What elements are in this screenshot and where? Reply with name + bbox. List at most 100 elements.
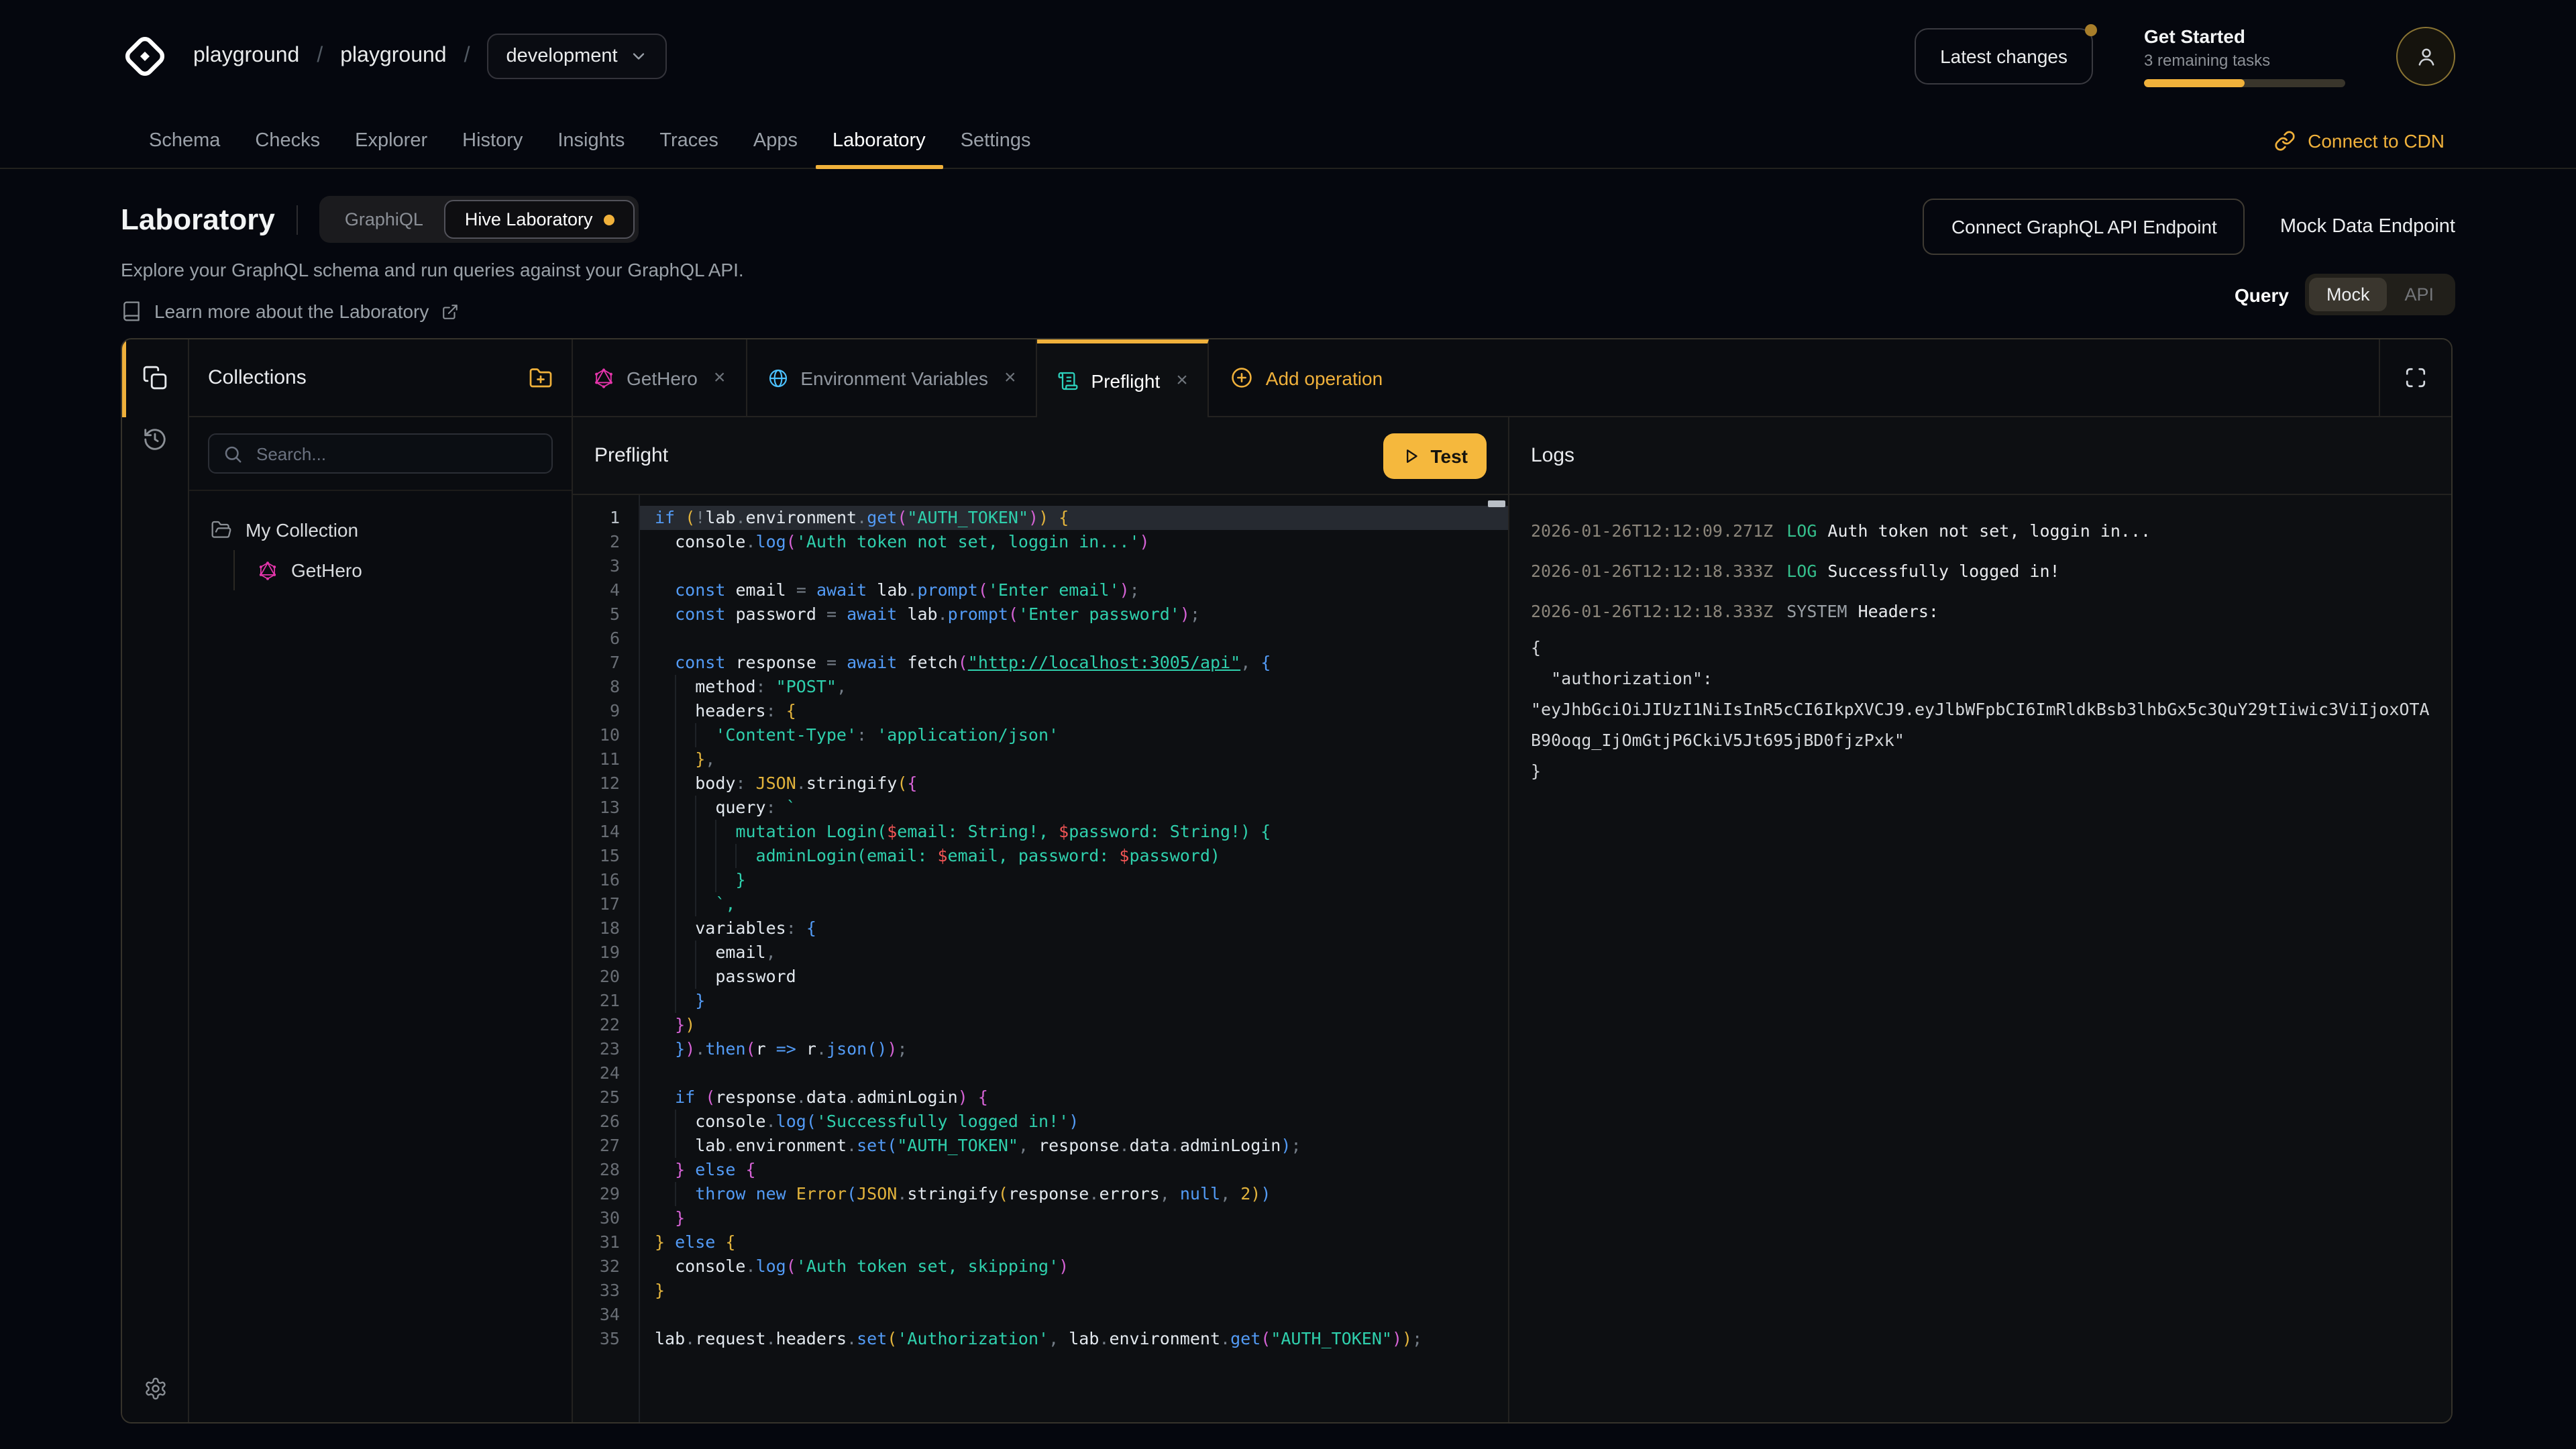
collection-operation-gethero[interactable]: GetHero bbox=[235, 550, 572, 590]
line-number: 25 bbox=[573, 1085, 639, 1110]
breadcrumb-separator: / bbox=[317, 44, 323, 68]
line-number: 33 bbox=[573, 1279, 639, 1303]
code-line[interactable]: 34 bbox=[573, 1303, 1508, 1327]
line-number: 28 bbox=[573, 1158, 639, 1182]
logs-output: 2026-01-26T12:12:09.271ZLOGAuth token no… bbox=[1509, 495, 2451, 1422]
close-icon[interactable]: × bbox=[1176, 369, 1188, 392]
get-started-widget[interactable]: Get Started 3 remaining tasks bbox=[2144, 25, 2345, 87]
test-button[interactable]: Test bbox=[1384, 433, 1487, 478]
code-line[interactable]: 26 console.log('Successfully logged in!'… bbox=[573, 1110, 1508, 1134]
toggle-graphiql[interactable]: GraphiQL bbox=[323, 201, 445, 237]
close-icon[interactable]: × bbox=[714, 366, 726, 389]
code-line[interactable]: 7 const response = await fetch("http://l… bbox=[573, 651, 1508, 675]
folder-open-icon bbox=[211, 519, 232, 541]
code-line[interactable]: 12 body: JSON.stringify({ bbox=[573, 771, 1508, 796]
laboratory-panel: Collections bbox=[121, 338, 2453, 1424]
add-collection-icon[interactable] bbox=[529, 366, 553, 390]
line-number: 11 bbox=[573, 747, 639, 771]
code-line[interactable]: 28 } else { bbox=[573, 1158, 1508, 1182]
code-line[interactable]: 18 variables: { bbox=[573, 916, 1508, 941]
nav-tab-schema[interactable]: Schema bbox=[131, 113, 237, 168]
nav-tab-laboratory[interactable]: Laboratory bbox=[815, 113, 943, 168]
code-line[interactable]: 32 console.log('Auth token set, skipping… bbox=[573, 1254, 1508, 1279]
code-line[interactable]: 16 } bbox=[573, 868, 1508, 892]
code-line[interactable]: 13 query: ` bbox=[573, 796, 1508, 820]
code-line[interactable]: 21 } bbox=[573, 989, 1508, 1013]
code-line[interactable]: 5 const password = await lab.prompt('Ent… bbox=[573, 602, 1508, 627]
editor-scrollbar-thumb[interactable] bbox=[1488, 500, 1505, 507]
code-line[interactable]: 29 throw new Error(JSON.stringify(respon… bbox=[573, 1182, 1508, 1206]
fullscreen-button[interactable] bbox=[2379, 339, 2451, 416]
tab-gethero[interactable]: GetHero × bbox=[573, 339, 747, 416]
page-title: Laboratory bbox=[121, 202, 275, 237]
collections-icon[interactable] bbox=[142, 365, 168, 390]
code-editor[interactable]: 1if (!lab.environment.get("AUTH_TOKEN"))… bbox=[573, 495, 1508, 1422]
nav-tab-history[interactable]: History bbox=[445, 113, 540, 168]
mock-endpoint-label[interactable]: Mock Data Endpoint bbox=[2280, 216, 2455, 237]
tab-environment-variables[interactable]: Environment Variables × bbox=[747, 339, 1037, 416]
nav-tab-settings[interactable]: Settings bbox=[943, 113, 1049, 168]
nav-tab-apps[interactable]: Apps bbox=[736, 113, 815, 168]
code-line[interactable]: 35lab.request.headers.set('Authorization… bbox=[573, 1327, 1508, 1351]
line-number: 34 bbox=[573, 1303, 639, 1327]
hive-logo-icon[interactable] bbox=[121, 32, 169, 80]
toggle-hive-laboratory[interactable]: Hive Laboratory bbox=[445, 200, 635, 239]
code-line[interactable]: 20 password bbox=[573, 965, 1508, 989]
avatar[interactable] bbox=[2396, 27, 2455, 86]
code-line[interactable]: 22 }) bbox=[573, 1013, 1508, 1037]
code-line[interactable]: 11 }, bbox=[573, 747, 1508, 771]
nav-tab-insights[interactable]: Insights bbox=[540, 113, 642, 168]
collection-folder-label: My Collection bbox=[246, 519, 358, 541]
search-input[interactable] bbox=[254, 442, 538, 465]
nav-tab-checks[interactable]: Checks bbox=[237, 113, 337, 168]
tab-preflight[interactable]: Preflight × bbox=[1038, 339, 1210, 417]
editor-pane-title: Preflight bbox=[594, 444, 668, 467]
code-line[interactable]: 1if (!lab.environment.get("AUTH_TOKEN"))… bbox=[573, 506, 1508, 530]
code-line[interactable]: 19 email, bbox=[573, 941, 1508, 965]
mode-mock[interactable]: Mock bbox=[2309, 278, 2387, 311]
primary-nav: SchemaChecksExplorerHistoryInsightsTrace… bbox=[0, 113, 2576, 169]
code-line[interactable]: 15 adminLogin(email: $email, password: $… bbox=[573, 844, 1508, 868]
code-line[interactable]: 9 headers: { bbox=[573, 699, 1508, 723]
code-line[interactable]: 23 }).then(r => r.json()); bbox=[573, 1037, 1508, 1061]
logs-pane: Logs 2026-01-26T12:12:09.271ZLOGAuth tok… bbox=[1509, 417, 2451, 1422]
code-line[interactable]: 24 bbox=[573, 1061, 1508, 1085]
link-icon bbox=[2274, 129, 2296, 151]
code-line[interactable]: 33} bbox=[573, 1279, 1508, 1303]
rail-active-indicator bbox=[122, 339, 126, 417]
code-line[interactable]: 6 bbox=[573, 627, 1508, 651]
nav-tab-traces[interactable]: Traces bbox=[642, 113, 736, 168]
code-line[interactable]: 10 'Content-Type': 'application/json' bbox=[573, 723, 1508, 747]
connect-cdn-link[interactable]: Connect to CDN bbox=[2274, 113, 2445, 168]
code-line[interactable]: 2 console.log('Auth token not set, loggi… bbox=[573, 530, 1508, 554]
code-line[interactable]: 25 if (response.data.adminLogin) { bbox=[573, 1085, 1508, 1110]
add-operation-button[interactable]: Add operation bbox=[1210, 339, 1404, 416]
learn-more-link[interactable]: Learn more about the Laboratory bbox=[121, 301, 744, 322]
breadcrumb-project[interactable]: playground bbox=[340, 44, 446, 68]
settings-gear-icon[interactable] bbox=[122, 1377, 188, 1401]
code-line[interactable]: 3 bbox=[573, 554, 1508, 578]
get-started-subtitle: 3 remaining tasks bbox=[2144, 51, 2345, 70]
mode-api[interactable]: API bbox=[2387, 278, 2451, 311]
code-line[interactable]: 4 const email = await lab.prompt('Enter … bbox=[573, 578, 1508, 602]
code-line[interactable]: 14 mutation Login($email: String!, $pass… bbox=[573, 820, 1508, 844]
line-number: 14 bbox=[573, 820, 639, 844]
history-icon[interactable] bbox=[142, 427, 168, 452]
collection-folder[interactable]: My Collection bbox=[189, 510, 572, 550]
line-number: 18 bbox=[573, 916, 639, 941]
code-line[interactable]: 30 } bbox=[573, 1206, 1508, 1230]
code-line[interactable]: 27 lab.environment.set("AUTH_TOKEN", res… bbox=[573, 1134, 1508, 1158]
code-line[interactable]: 17 `, bbox=[573, 892, 1508, 916]
code-line[interactable]: 31} else { bbox=[573, 1230, 1508, 1254]
operation-tabs: GetHero × Environment Variables × bbox=[573, 339, 2451, 417]
nav-tab-explorer[interactable]: Explorer bbox=[337, 113, 445, 168]
breadcrumb-org[interactable]: playground bbox=[193, 44, 299, 68]
hive-beta-dot bbox=[604, 214, 614, 225]
breadcrumb: playground / playground / development bbox=[193, 34, 667, 79]
code-line[interactable]: 8 method: "POST", bbox=[573, 675, 1508, 699]
connect-endpoint-button[interactable]: Connect GraphQL API Endpoint bbox=[1923, 199, 2245, 255]
close-icon[interactable]: × bbox=[1004, 366, 1016, 389]
connect-cdn-label: Connect to CDN bbox=[2308, 129, 2445, 151]
latest-changes-button[interactable]: Latest changes bbox=[1915, 28, 2093, 85]
target-select[interactable]: development bbox=[488, 34, 667, 79]
